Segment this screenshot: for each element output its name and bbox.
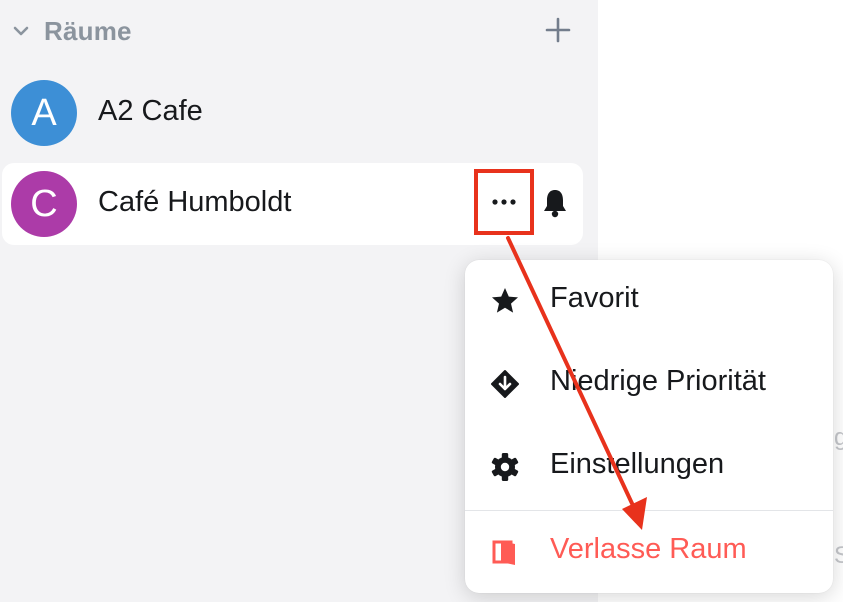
room-name: Café Humboldt bbox=[98, 186, 292, 218]
room-item-cafe-humboldt[interactable]: C Café Humboldt bbox=[2, 163, 583, 245]
bell-icon[interactable] bbox=[540, 187, 570, 219]
menu-item-label: Einstellungen bbox=[550, 448, 725, 480]
avatar-initial: A bbox=[31, 91, 57, 134]
menu-item-label: Verlasse Raum bbox=[550, 533, 747, 565]
rooms-section-header[interactable]: Räume bbox=[0, 0, 598, 64]
add-room-button[interactable] bbox=[542, 14, 574, 46]
menu-item-settings[interactable]: Einstellungen bbox=[465, 426, 833, 508]
menu-item-label: Niedrige Priorität bbox=[550, 365, 766, 397]
leave-door-icon bbox=[489, 536, 521, 568]
room-item-a2-cafe[interactable]: A A2 Cafe bbox=[2, 72, 583, 154]
menu-item-label: Favorit bbox=[550, 282, 639, 314]
rooms-section-title: Räume bbox=[44, 16, 132, 46]
chevron-down-icon[interactable] bbox=[10, 20, 32, 42]
menu-item-favorite[interactable]: Favorit bbox=[465, 260, 833, 342]
avatar: A bbox=[11, 80, 77, 146]
background-text-fragment: g bbox=[834, 424, 843, 451]
gear-icon bbox=[489, 451, 521, 483]
room-context-menu: Favorit Niedrige Priorität Einstellungen… bbox=[465, 260, 833, 593]
room-options-button[interactable] bbox=[474, 169, 534, 235]
avatar: C bbox=[11, 171, 77, 237]
menu-item-leave-room[interactable]: Verlasse Raum bbox=[465, 511, 833, 593]
background-text-fragment: S bbox=[834, 542, 843, 569]
star-icon bbox=[489, 285, 521, 317]
avatar-initial: C bbox=[30, 182, 58, 225]
room-name: A2 Cafe bbox=[98, 95, 203, 127]
more-dots-icon bbox=[492, 199, 516, 205]
low-priority-icon bbox=[489, 368, 521, 400]
menu-item-low-priority[interactable]: Niedrige Priorität bbox=[465, 343, 833, 425]
